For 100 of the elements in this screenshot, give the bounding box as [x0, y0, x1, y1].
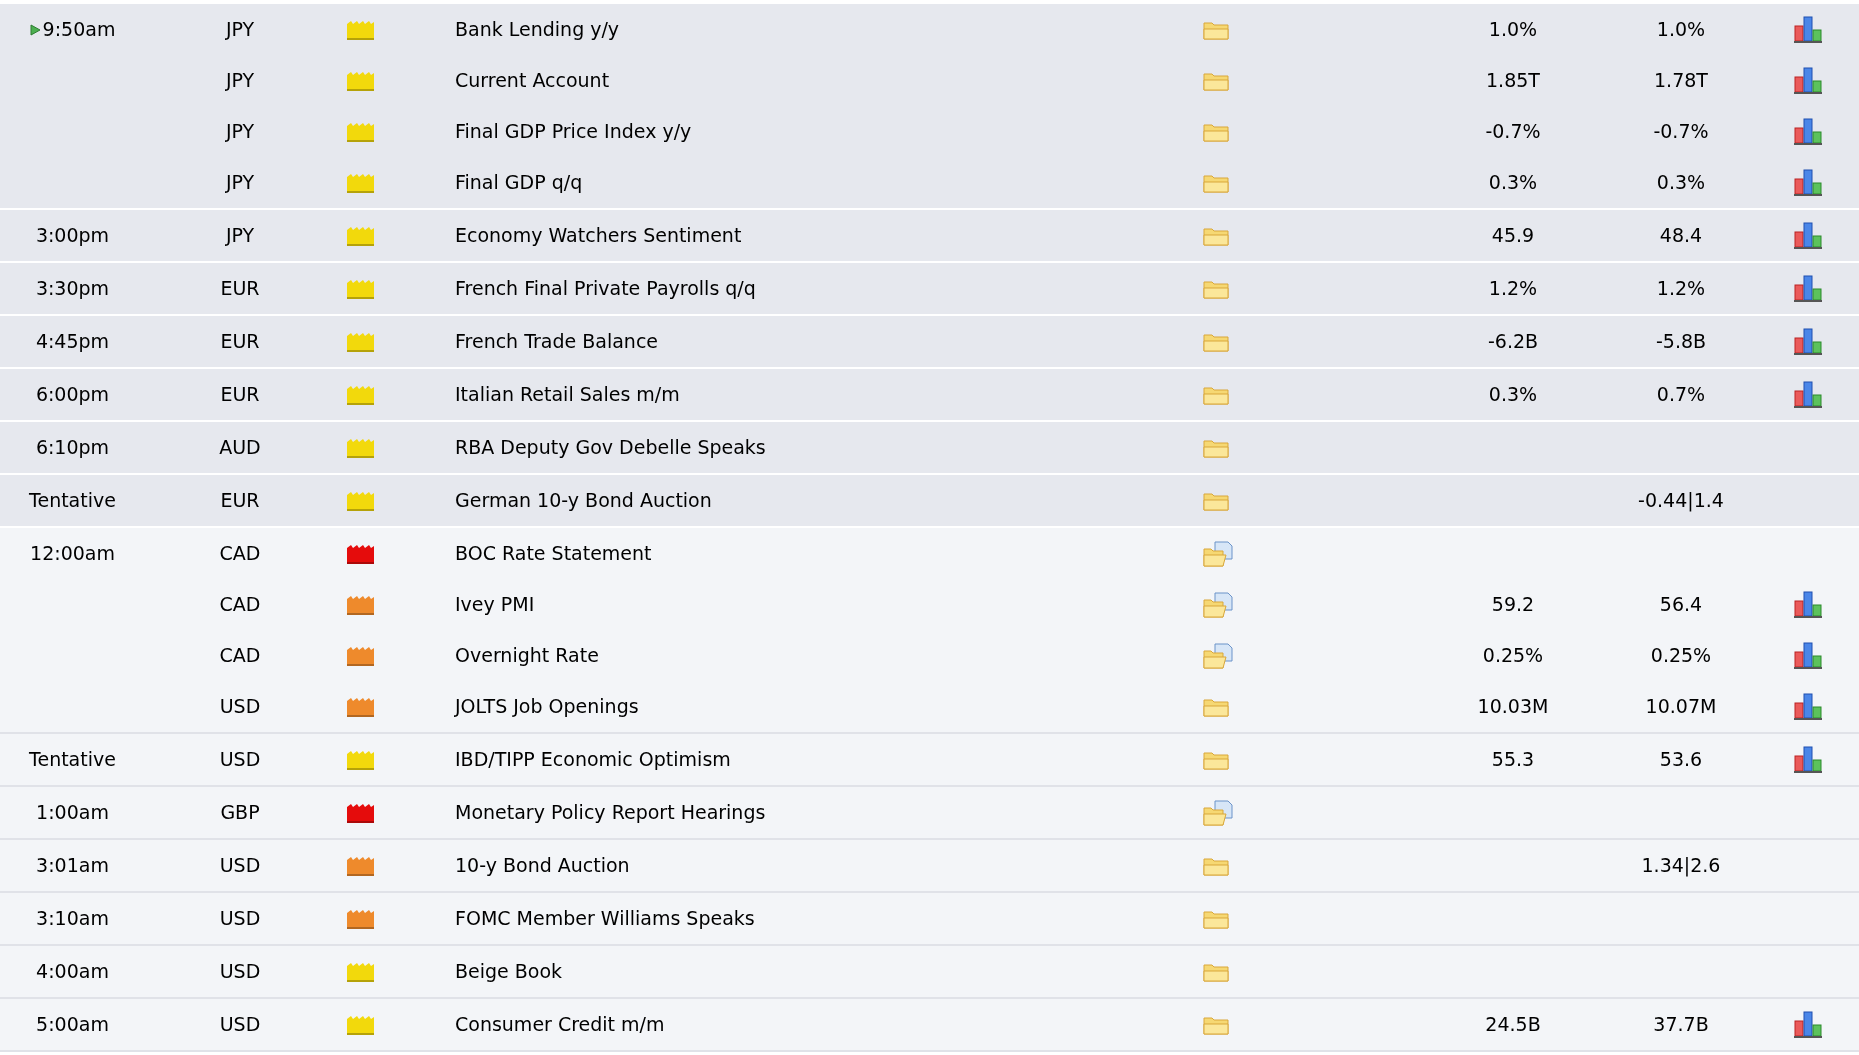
time-cell-text: 4:45pm [35, 329, 110, 355]
time-cell-text: 3:30pm [35, 276, 110, 302]
folder-icon[interactable] [1203, 70, 1229, 91]
value-cell-text: -0.44|1.4 [1638, 488, 1724, 514]
currency-cell-text: GBP [220, 800, 260, 826]
currency-cell-text: EUR [220, 382, 260, 408]
event-title: BOC Rate Statement [455, 542, 652, 565]
folder-icon[interactable] [1203, 278, 1229, 299]
value-cell-text: 1.0% [1656, 17, 1706, 43]
impact-icon [346, 1014, 374, 1035]
value-cell-text: 59.2 [1491, 592, 1535, 618]
impact-icon [346, 70, 374, 91]
impact-icon [346, 19, 374, 40]
folder-icon[interactable] [1203, 121, 1229, 142]
value-cell-text: 48.4 [1659, 223, 1703, 249]
time-cell-text: 6:10pm [35, 435, 110, 461]
event-title: Beige Book [455, 960, 563, 983]
time-cell-text: 1:00am [36, 800, 109, 826]
folder-icon[interactable] [1203, 384, 1229, 405]
bar-chart-icon[interactable] [1793, 1011, 1822, 1038]
folder-icon[interactable] [1203, 490, 1229, 511]
bar-chart-icon[interactable] [1793, 746, 1822, 773]
impact-icon [346, 437, 374, 458]
currency-cell-text: EUR [220, 329, 260, 355]
event-title: JOLTS Job Openings [455, 695, 639, 718]
currency-cell-text: AUD [219, 435, 261, 461]
folder-icon[interactable] [1203, 961, 1229, 982]
folder-icon[interactable] [1203, 437, 1229, 458]
currency-cell-text: EUR [220, 276, 260, 302]
value-cell-text: 0.3% [1488, 382, 1538, 408]
event-title: RBA Deputy Gov Debelle Speaks [455, 436, 766, 459]
folder-icon[interactable] [1203, 172, 1229, 193]
impact-icon [346, 908, 374, 929]
value-cell-text: 1.2% [1488, 276, 1538, 302]
impact-icon [346, 172, 374, 193]
value-cell-text: 24.5B [1485, 1012, 1541, 1038]
event-title: Ivey PMI [455, 593, 535, 616]
bar-chart-icon[interactable] [1793, 693, 1822, 720]
impact-icon [346, 490, 374, 511]
value-cell-text: 10.07M [1645, 694, 1717, 720]
currency-cell-text: CAD [219, 643, 261, 669]
bar-chart-icon[interactable] [1793, 118, 1822, 145]
currency-cell-text: USD [219, 747, 261, 773]
impact-icon [346, 278, 374, 299]
event-title: Consumer Credit m/m [455, 1013, 665, 1036]
currency-cell-text: JPY [225, 223, 255, 249]
bar-chart-icon[interactable] [1793, 381, 1822, 408]
folder-document-icon[interactable] [1203, 591, 1233, 618]
folder-icon[interactable] [1203, 225, 1229, 246]
impact-icon [346, 384, 374, 405]
folder-icon[interactable] [1203, 749, 1229, 770]
impact-icon [346, 961, 374, 982]
folder-document-icon[interactable] [1203, 799, 1233, 826]
impact-icon [346, 696, 374, 717]
value-cell-text: 1.0% [1488, 17, 1538, 43]
impact-icon [346, 225, 374, 246]
value-cell-text: 1.2% [1656, 276, 1706, 302]
impact-icon [346, 543, 374, 564]
event-title: Overnight Rate [455, 644, 599, 667]
value-cell-text: -5.8B [1655, 329, 1707, 355]
time-cell-text: Tentative [29, 488, 116, 514]
currency-cell-text: USD [219, 853, 261, 879]
bar-chart-icon[interactable] [1793, 67, 1822, 94]
currency-cell-text: USD [219, 1012, 261, 1038]
folder-icon[interactable] [1203, 1014, 1229, 1035]
impact-icon [346, 802, 374, 823]
folder-icon[interactable] [1203, 908, 1229, 929]
folder-document-icon[interactable] [1203, 642, 1233, 669]
currency-cell-text: CAD [219, 592, 261, 618]
bar-chart-icon[interactable] [1793, 642, 1822, 669]
event-title: 10-y Bond Auction [455, 854, 630, 877]
event-title: Economy Watchers Sentiment [455, 224, 742, 247]
folder-icon[interactable] [1203, 855, 1229, 876]
folder-icon[interactable] [1203, 331, 1229, 352]
event-title: French Trade Balance [455, 330, 659, 353]
impact-icon [346, 645, 374, 666]
time-cell-text: 12:00am [30, 541, 115, 567]
value-cell-text: 0.3% [1488, 170, 1538, 196]
value-cell-text: 56.4 [1659, 592, 1703, 618]
bar-chart-icon[interactable] [1793, 169, 1822, 196]
time-cell-text: 4:00am [36, 959, 109, 985]
value-cell-text: 0.7% [1656, 382, 1706, 408]
folder-icon[interactable] [1203, 19, 1229, 40]
value-cell-text: 0.25% [1650, 643, 1712, 669]
bar-chart-icon[interactable] [1793, 222, 1822, 249]
value-cell-text: 55.3 [1491, 747, 1535, 773]
currency-cell-text: JPY [225, 119, 255, 145]
event-title: Monetary Policy Report Hearings [455, 801, 766, 824]
bar-chart-icon[interactable] [1793, 328, 1822, 355]
bar-chart-icon[interactable] [1793, 591, 1822, 618]
currency-cell-text: CAD [219, 541, 261, 567]
event-title: French Final Private Payrolls q/q [455, 277, 756, 300]
currency-cell-text: JPY [225, 170, 255, 196]
bar-chart-icon[interactable] [1793, 16, 1822, 43]
currency-cell-text: JPY [225, 68, 255, 94]
value-cell-text: 45.9 [1491, 223, 1535, 249]
currency-cell-text: EUR [220, 488, 260, 514]
bar-chart-icon[interactable] [1793, 275, 1822, 302]
folder-document-icon[interactable] [1203, 540, 1233, 567]
folder-icon[interactable] [1203, 696, 1229, 717]
